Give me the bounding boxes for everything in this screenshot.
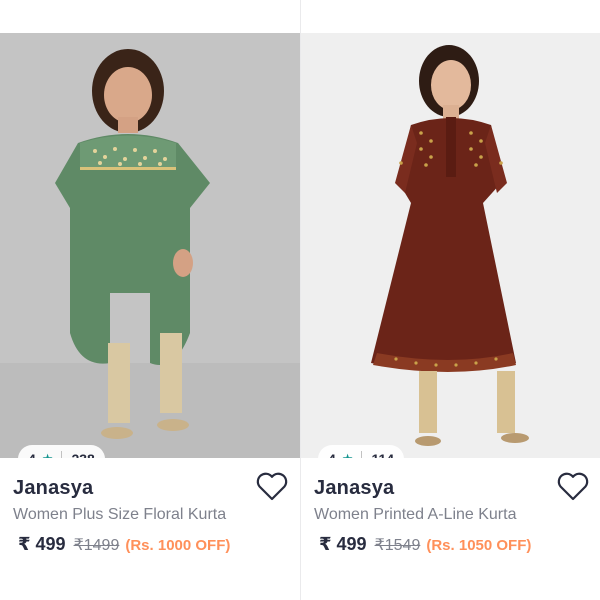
- mrp-price: ₹1549: [374, 537, 421, 554]
- product-grid: 4 ★ 238 Janasya Women Plus Size Floral K…: [0, 0, 600, 600]
- product-image[interactable]: 4 ★ 238: [0, 33, 300, 458]
- product-brand: Janasya: [314, 477, 395, 499]
- rating-count: 238: [71, 451, 94, 458]
- mrp-price: ₹1499: [73, 537, 120, 554]
- rating-divider: [361, 451, 363, 458]
- price-row: ₹ 499 ₹1549 (Rs. 1050 OFF): [319, 534, 531, 555]
- wishlist-button[interactable]: [555, 468, 591, 504]
- rating-divider: [61, 451, 63, 458]
- rating-value: 4: [28, 451, 36, 458]
- discount-label: (Rs. 1050 OFF): [426, 537, 532, 554]
- heart-icon: [557, 472, 589, 501]
- rating-value: 4: [328, 451, 336, 458]
- heart-icon: [256, 472, 288, 501]
- wishlist-button[interactable]: [254, 468, 290, 504]
- product-card[interactable]: 4 ★ 114 Janasya Women Printed A-Line Kur…: [300, 0, 600, 600]
- rating-badge: 4 ★ 238: [18, 445, 105, 458]
- product-info[interactable]: Janasya Women Printed A-Line Kurta ₹ 499…: [301, 458, 600, 600]
- star-icon: ★: [342, 451, 354, 458]
- product-name: Women Plus Size Floral Kurta: [13, 506, 227, 523]
- product-photo-maroon-kurta: [301, 33, 600, 458]
- rating-count: 114: [371, 451, 394, 458]
- selling-price: ₹ 499: [319, 534, 367, 554]
- product-photo-green-kurta: [0, 33, 300, 458]
- product-brand: Janasya: [13, 477, 94, 499]
- selling-price: ₹ 499: [18, 534, 66, 554]
- product-name: Women Printed A-Line Kurta: [314, 506, 517, 523]
- rating-badge: 4 ★ 114: [318, 445, 405, 458]
- star-icon: ★: [42, 451, 54, 458]
- product-image[interactable]: 4 ★ 114: [301, 33, 600, 458]
- product-card[interactable]: 4 ★ 238 Janasya Women Plus Size Floral K…: [0, 0, 300, 600]
- price-row: ₹ 499 ₹1499 (Rs. 1000 OFF): [18, 534, 230, 555]
- product-info[interactable]: Janasya Women Plus Size Floral Kurta ₹ 4…: [0, 458, 300, 600]
- discount-label: (Rs. 1000 OFF): [125, 537, 231, 554]
